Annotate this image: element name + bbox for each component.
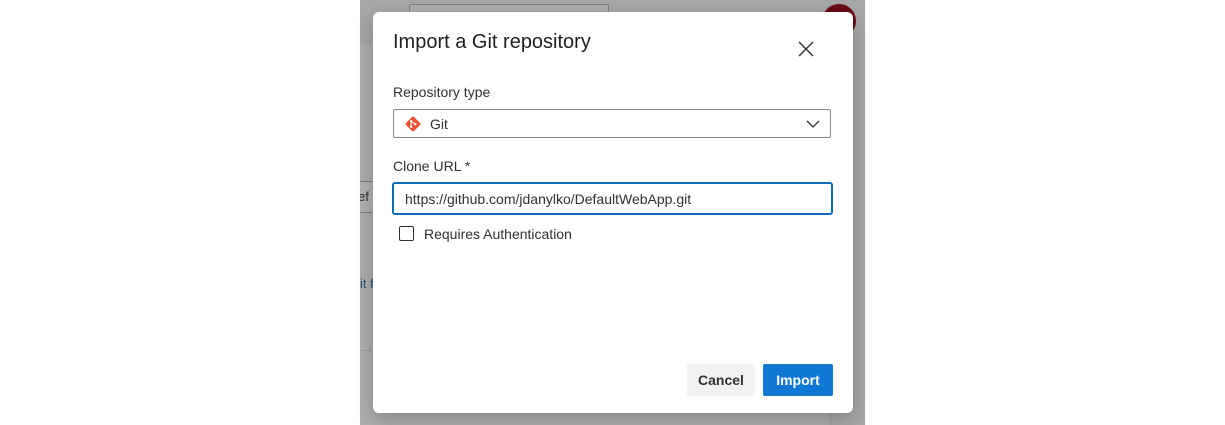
background-link: it f	[360, 276, 374, 291]
cancel-button[interactable]: Cancel	[687, 364, 755, 396]
import-button[interactable]: Import	[763, 364, 833, 396]
close-icon	[798, 41, 814, 57]
close-button[interactable]	[791, 34, 821, 64]
clone-url-label: Clone URL *	[393, 158, 471, 174]
repository-type-value: Git	[430, 116, 448, 132]
requires-authentication-label: Requires Authentication	[424, 226, 572, 242]
git-icon	[405, 116, 421, 132]
repository-type-label: Repository type	[393, 84, 491, 100]
clone-url-input[interactable]	[392, 182, 833, 215]
chevron-down-icon	[806, 120, 820, 128]
import-repository-dialog: Import a Git repository Repository type …	[373, 12, 853, 413]
screen: ef it f Import a Git repository Reposito…	[0, 0, 1225, 425]
dialog-title: Import a Git repository	[393, 31, 591, 53]
checkbox-box[interactable]	[399, 226, 414, 241]
repository-type-dropdown[interactable]: Git	[393, 109, 831, 138]
